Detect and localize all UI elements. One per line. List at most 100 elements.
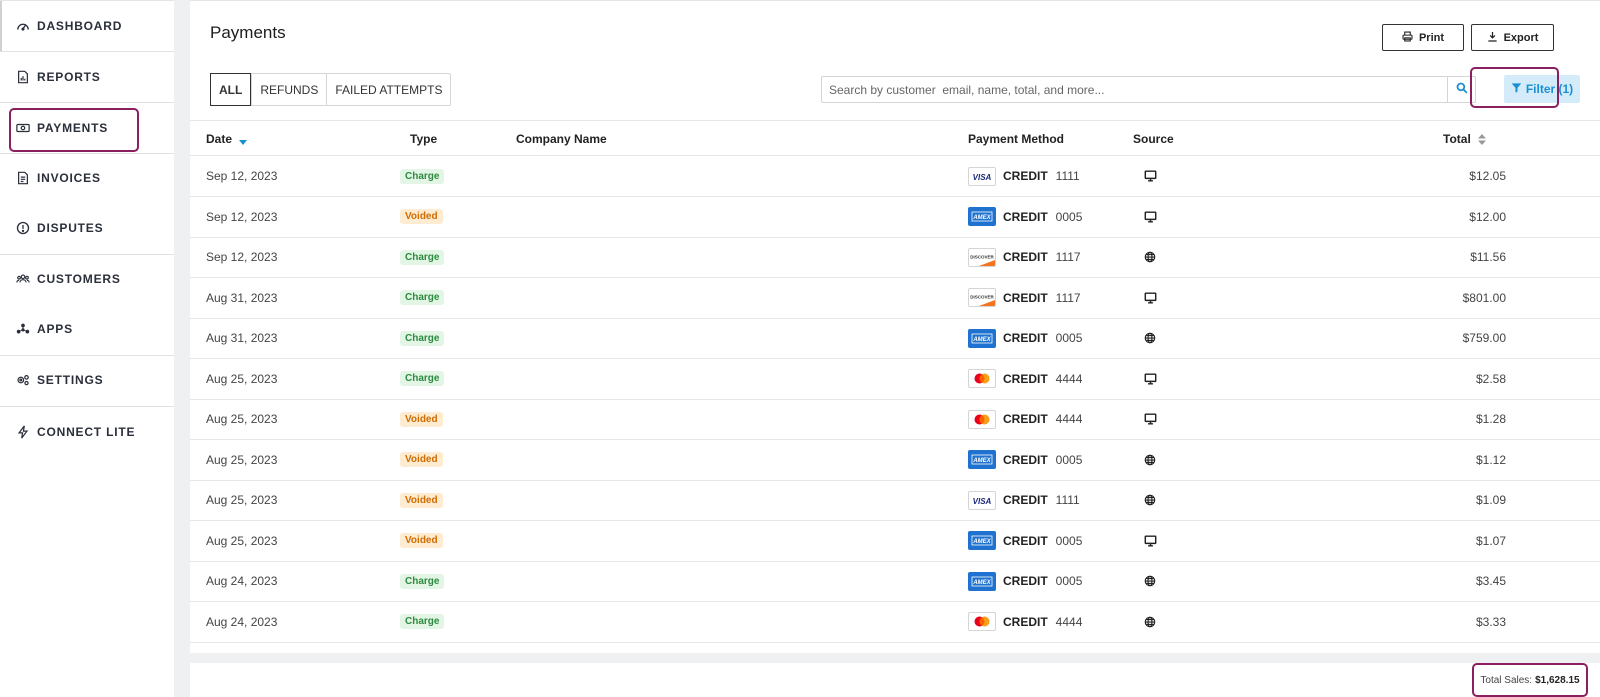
row-source: [1144, 359, 1157, 399]
card-last4: 4444: [1055, 371, 1083, 386]
column-source: Source: [1133, 132, 1174, 146]
row-payment-method: VISA CREDIT 1111: [968, 156, 1080, 196]
row-date: Aug 31, 2023: [206, 290, 278, 305]
globe-icon: [1144, 251, 1156, 263]
sidebar-item-settings[interactable]: SETTINGS: [0, 360, 174, 400]
column-total-label: Total: [1443, 132, 1471, 146]
search-input[interactable]: [822, 77, 1447, 102]
column-company-name: Company Name: [516, 132, 607, 146]
payment-type: CREDIT: [1003, 331, 1048, 345]
amex-card-icon: AMEX: [968, 571, 996, 591]
visa-card-icon: VISA: [968, 166, 996, 186]
table-row[interactable]: Sep 12, 2023 Charge DISCOVER CREDIT 1117 $11.…: [190, 237, 1600, 278]
table-footer-gutter: [190, 653, 1600, 663]
row-source: [1144, 278, 1157, 318]
table-row[interactable]: Aug 25, 2023 Voided AMEX CREDIT 0005 $1.07: [190, 521, 1600, 562]
row-source: [1144, 440, 1156, 480]
table-header: Date Type Company Name Payment Method So…: [190, 120, 1600, 156]
row-payment-method: CREDIT 4444: [968, 359, 1082, 399]
row-total: $3.45: [1475, 574, 1506, 588]
globe-icon: [1144, 575, 1156, 587]
sidebar-item-label: SETTINGS: [37, 373, 104, 387]
export-label: Export: [1503, 31, 1539, 44]
amex-card-icon: AMEX: [968, 531, 996, 550]
row-date: Aug 24, 2023: [206, 574, 278, 588]
row-payment-method: AMEX CREDIT 0005: [968, 561, 1082, 601]
sort-icon: [1477, 133, 1486, 145]
sidebar-item-label: DISPUTES: [37, 221, 104, 235]
card-last4: 4444: [1055, 412, 1083, 426]
row-date: Aug 25, 2023: [206, 412, 278, 426]
sidebar-item-customers[interactable]: CUSTOMERS: [0, 259, 174, 299]
divider: [0, 254, 174, 255]
row-date: Sep 12, 2023: [206, 209, 278, 224]
total-sales-value: $1,628.15: [1535, 674, 1580, 686]
sidebar-item-apps[interactable]: APPS: [0, 309, 174, 349]
tab-failed-attempts[interactable]: FAILED ATTEMPTS: [326, 74, 450, 105]
sidebar-item-disputes[interactable]: DISPUTES: [0, 208, 174, 248]
row-payment-method: CREDIT 4444: [968, 602, 1082, 642]
column-date[interactable]: Date: [206, 121, 248, 157]
row-source: [1144, 521, 1157, 561]
print-button[interactable]: Print: [1382, 24, 1464, 51]
sidebar-item-invoices[interactable]: INVOICES: [0, 158, 174, 198]
sidebar-item-connect-lite[interactable]: CONNECT LITE: [0, 412, 174, 452]
card-last4: 1117: [1055, 250, 1081, 264]
payment-type: CREDIT: [1003, 574, 1048, 588]
sidebar: DASHBOARD REPORTS PAYMENTS INVOICES DISP…: [0, 0, 174, 697]
table-row[interactable]: Sep 12, 2023 Charge VISA CREDIT 1111 $12.05: [190, 156, 1600, 197]
main-content: Payments Print Export ALL REFUNDS FAILED…: [190, 0, 1600, 697]
tab-refunds[interactable]: REFUNDS: [251, 74, 326, 105]
card-last4: 1117: [1055, 290, 1081, 305]
sidebar-item-label: CONNECT LITE: [37, 425, 136, 439]
svg-text:VISA: VISA: [973, 173, 992, 182]
svg-text:AMEX: AMEX: [972, 458, 991, 464]
row-payment-method: VISA CREDIT 1111: [968, 480, 1080, 520]
table-row[interactable]: Aug 31, 2023 Charge DISCOVER CREDIT 1117 $801…: [190, 278, 1600, 319]
row-date: Sep 12, 2023: [206, 169, 278, 183]
row-type: Voided: [400, 480, 443, 520]
payment-type: CREDIT: [1003, 493, 1048, 507]
sidebar-item-reports[interactable]: REPORTS: [0, 57, 174, 97]
table-row[interactable]: Aug 25, 2023 Voided CREDIT 4444 $1.28: [190, 399, 1600, 440]
table-row[interactable]: Aug 25, 2023 Charge CREDIT 4444 $2.58: [190, 359, 1600, 400]
search-box: [821, 76, 1476, 103]
svg-text:AMEX: AMEX: [972, 580, 991, 586]
row-type: Voided: [400, 440, 443, 480]
monitor-icon: [1144, 170, 1157, 182]
row-total: $3.33: [1475, 614, 1506, 629]
table-row[interactable]: Aug 25, 2023 Voided VISA CREDIT 1111 $1.09: [190, 480, 1600, 521]
table-row[interactable]: Sep 12, 2023 Voided AMEX CREDIT 0005 $12.00: [190, 197, 1600, 238]
row-type: Charge: [400, 278, 445, 318]
export-button[interactable]: Export: [1471, 24, 1554, 51]
row-date: Aug 25, 2023: [206, 533, 278, 548]
column-total[interactable]: Total: [1443, 121, 1486, 157]
total-sales-label: Total Sales:: [1480, 674, 1533, 686]
globe-icon: [1144, 616, 1156, 628]
row-total: $1.07: [1475, 533, 1506, 548]
table-row[interactable]: Aug 24, 2023 Charge AMEX CREDIT 0005 $3.45: [190, 561, 1600, 602]
print-label: Print: [1418, 31, 1445, 44]
gears-icon: [16, 373, 30, 387]
row-type: Charge: [400, 237, 445, 277]
tab-all[interactable]: ALL: [210, 73, 252, 106]
monitor-icon: [1144, 372, 1157, 385]
row-date: Aug 25, 2023: [206, 452, 278, 467]
table-row[interactable]: Aug 25, 2023 Voided AMEX CREDIT 0005 $1.12: [190, 440, 1600, 481]
row-source: [1144, 237, 1156, 277]
table-row[interactable]: Aug 24, 2023 Charge CREDIT 4444 $3.33: [190, 602, 1600, 643]
column-payment-method: Payment Method: [968, 132, 1065, 146]
row-date: Aug 25, 2023: [206, 371, 278, 386]
row-source: [1144, 318, 1156, 358]
discover-card-icon: DISCOVER: [968, 247, 996, 267]
sidebar-gutter: [174, 0, 190, 697]
table-row[interactable]: Aug 31, 2023 Charge AMEX CREDIT 0005 $759.00: [190, 318, 1600, 359]
status-badge: Charge: [400, 290, 445, 305]
row-source: [1144, 197, 1157, 237]
row-payment-method: AMEX CREDIT 0005: [968, 197, 1082, 237]
row-type: Charge: [400, 318, 445, 358]
sidebar-item-dashboard[interactable]: DASHBOARD: [0, 6, 174, 46]
printer-icon: [1402, 30, 1413, 45]
sidebar-item-label: DASHBOARD: [37, 19, 123, 33]
svg-text:AMEX: AMEX: [972, 337, 991, 343]
